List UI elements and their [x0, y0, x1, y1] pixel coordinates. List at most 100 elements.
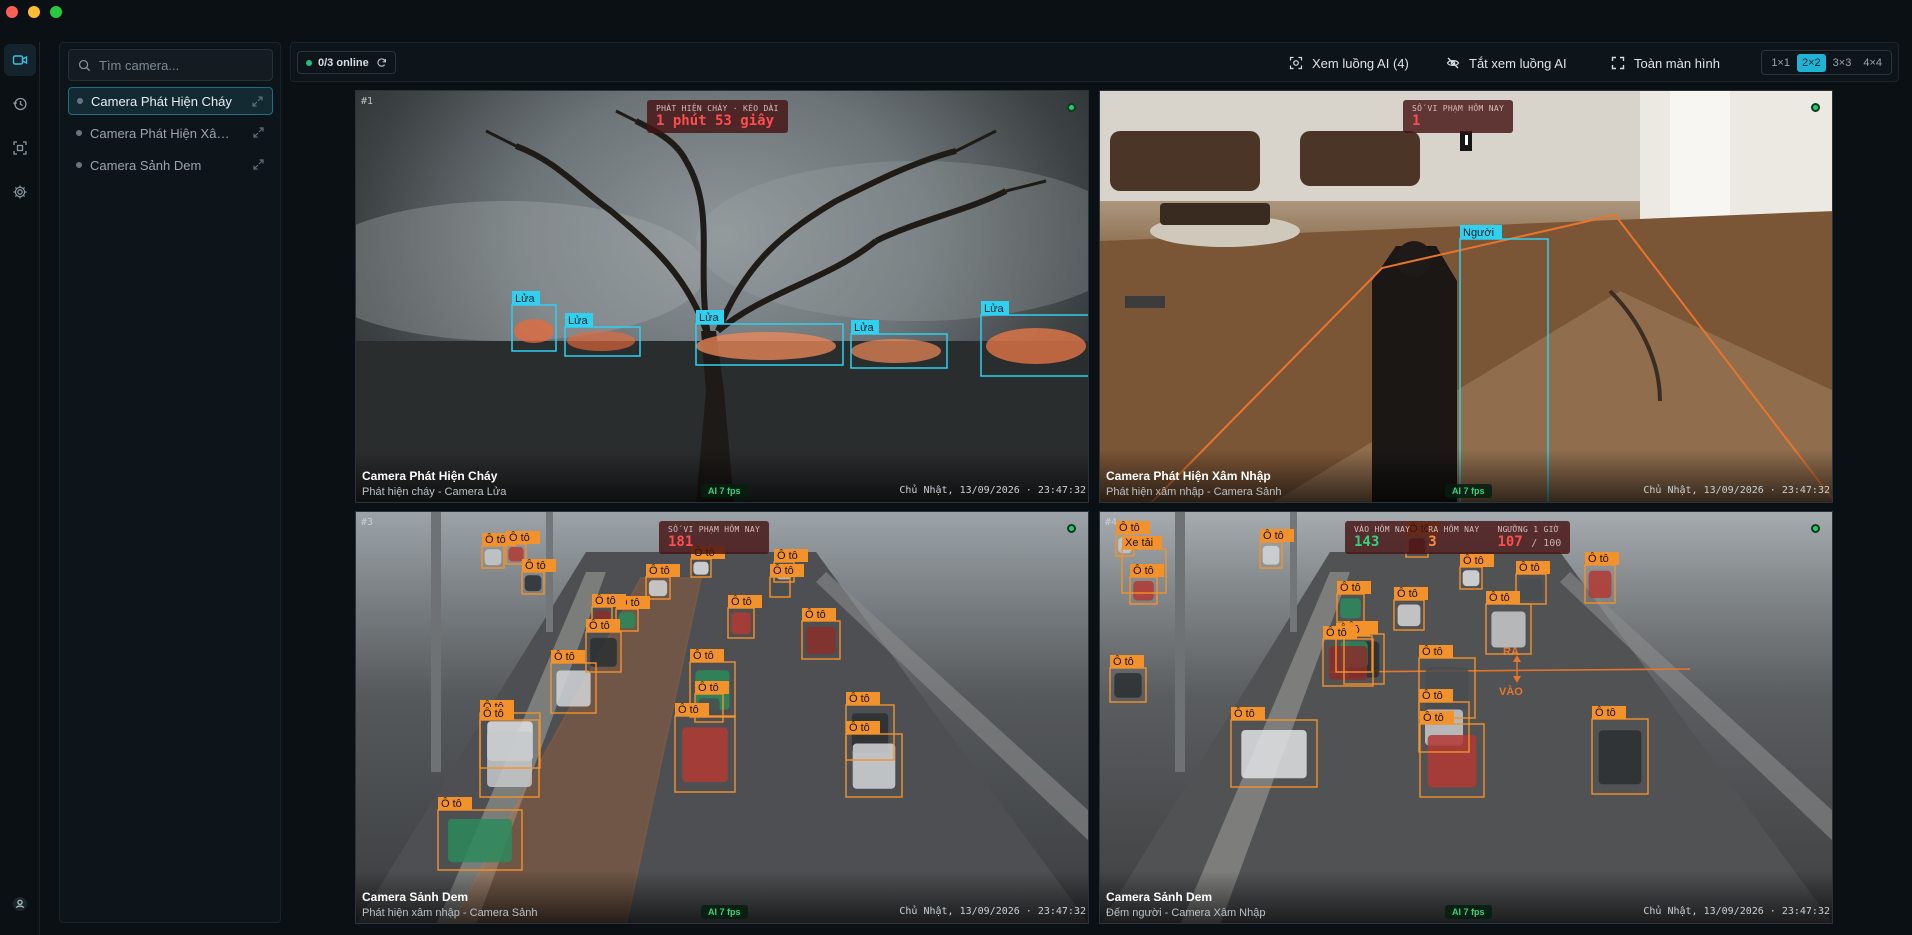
- camera-video-frame: Người: [1100, 91, 1832, 502]
- svg-text:Lửa: Lửa: [984, 303, 1004, 315]
- stat-value: 3: [1428, 534, 1437, 550]
- detection-label: Ô tô: [678, 703, 699, 716]
- stat-overlay: SỐ VI PHẠM HÔM NAY 1: [1403, 100, 1514, 133]
- stat-overlay: PHÁT HIỆN CHÁY · KÉO DÀI 1 phút 53 giây: [647, 100, 788, 133]
- detection-label: Ô tô: [1595, 706, 1616, 719]
- live-indicator: [1811, 103, 1820, 112]
- stat-value: 181: [668, 534, 694, 550]
- tile-subtitle: Phát hiện cháy - Camera Lửa: [362, 486, 507, 498]
- status-dot: [77, 98, 83, 104]
- detection-label: Ô tô: [1422, 645, 1443, 658]
- nav-rail: [0, 42, 40, 935]
- threshold-max: / 100: [1531, 538, 1562, 549]
- refresh-icon[interactable]: [376, 57, 387, 68]
- search-input[interactable]: [99, 57, 269, 73]
- window-close-button[interactable]: [6, 6, 18, 18]
- vehicle: [1425, 667, 1469, 711]
- camera-list-item[interactable]: Camera Phát Hiện Xâm Nhập: [68, 119, 273, 147]
- fullscreen-icon: [1611, 56, 1625, 70]
- detection-label: Ô tô: [1263, 529, 1284, 542]
- camera-tile[interactable]: Lửa Lửa Lửa Lửa Lửa #1 PHÁT HIỆN CHÁY · …: [355, 90, 1089, 503]
- detection-label: Ô tô: [1588, 552, 1609, 565]
- window-minimize-button[interactable]: [28, 6, 40, 18]
- vehicle: [1519, 578, 1543, 601]
- ai-fps-badge: AI 7 fps: [1445, 484, 1492, 498]
- live-indicator: [1067, 524, 1076, 533]
- camera-tile[interactable]: Người #2 SỐ VI PHẠM HÔM NAY 1 Camera Phá…: [1099, 90, 1833, 503]
- vehicle: [693, 561, 709, 575]
- video-camera-icon: [12, 55, 28, 65]
- grid-toolbar: 0/3 online Xem luồng AI (4) Tắt xem luồn…: [290, 42, 1899, 82]
- tile-title: Camera Phát Hiện Cháy: [362, 469, 498, 483]
- stat-in: VÀO HÔM NAY 143: [1354, 525, 1410, 550]
- vehicle: [1114, 673, 1142, 698]
- expand-icon[interactable]: [252, 158, 265, 171]
- grid-option-4x4[interactable]: 4×4: [1858, 54, 1887, 72]
- tile-title: Camera Sảnh Dem: [362, 890, 469, 904]
- detection-label: Ô tô: [693, 649, 714, 662]
- tile-timestamp: Chủ Nhật, 13/09/2026 · 23:47:32: [1643, 906, 1830, 917]
- camera-video-frame: Ô tô Ô tôÔ tô Ô tôÔ tôÔ tôÔ tôÔ tôÔ tôÔ tô…: [357, 512, 1088, 923]
- rail-ai-detect[interactable]: [4, 132, 36, 164]
- rail-history[interactable]: [4, 88, 36, 120]
- detection-label: Ô tô: [1234, 707, 1255, 720]
- grid-option-3x3[interactable]: 3×3: [1828, 54, 1857, 72]
- stat-threshold: NGƯỠNG 1 GIỜ 107 / 100: [1497, 525, 1561, 550]
- camera-list-item[interactable]: Camera Sảnh Dem: [68, 151, 273, 179]
- camera-list-label: Camera Phát Hiện Cháy: [91, 93, 232, 109]
- fullscreen-button[interactable]: Toàn màn hình: [1611, 52, 1720, 74]
- detection-label: Ô tô: [1397, 587, 1418, 600]
- vehicle: [508, 547, 524, 562]
- rail-live-view[interactable]: [4, 44, 36, 76]
- hide-ai-stream-button[interactable]: Tắt xem luồng AI: [1446, 52, 1567, 74]
- camera-tile[interactable]: Ô tô Ô tô Ô tô Ô tô Ô tô Ô tô Ô tô Ô tô Ô tô Ô tô…: [355, 511, 1089, 924]
- detection-label: Xe tải: [1125, 537, 1153, 549]
- stat-label: VÀO HÔM NAY: [1354, 525, 1411, 534]
- vehicle: [806, 626, 836, 655]
- detection-label: Ô tô: [1113, 655, 1134, 668]
- grid-option-2x2[interactable]: 2×2: [1796, 53, 1826, 72]
- detection-label: Ô tô: [1463, 554, 1484, 567]
- vehicle: [1340, 598, 1361, 619]
- ai-fps-badge: AI 7 fps: [1445, 905, 1492, 919]
- camera-list-label: Camera Sảnh Dem: [90, 157, 202, 173]
- vehicle: [1598, 730, 1642, 785]
- vehicle: [1133, 581, 1154, 601]
- detection-label: Ô tô: [1489, 591, 1510, 604]
- camera-list-item[interactable]: Camera Phát Hiện Cháy: [68, 87, 273, 115]
- expand-icon[interactable]: [251, 95, 264, 108]
- vehicle: [852, 743, 896, 789]
- status-dot: [76, 130, 82, 136]
- detection-label: Ô tô: [1423, 711, 1444, 724]
- status-dot: [76, 162, 82, 168]
- expand-icon[interactable]: [252, 126, 265, 139]
- tile-timestamp: Chủ Nhật, 13/09/2026 · 23:47:32: [899, 485, 1086, 496]
- tile-footer: Camera Phát Hiện Cháy Phát hiện cháy - C…: [356, 450, 1088, 502]
- vehicle: [731, 612, 751, 635]
- vehicle: [448, 819, 512, 863]
- camera-tile[interactable]: RA VÀO Ô tô Ô tô Ô tô Ô tô Ô tô Ô tô Ô tô Ô tô Ô…: [1099, 511, 1833, 924]
- detection-label: Ô tô: [849, 721, 870, 734]
- detection-label: Ô tô: [805, 608, 826, 621]
- vehicle: [1397, 604, 1421, 627]
- grid-option-1x1[interactable]: 1×1: [1766, 54, 1795, 72]
- rail-account[interactable]: [4, 888, 36, 920]
- tile-timestamp: Chủ Nhật, 13/09/2026 · 23:47:32: [899, 906, 1086, 917]
- view-ai-stream-button[interactable]: Xem luồng AI (4): [1289, 52, 1409, 74]
- camera-video-frame: Lửa Lửa Lửa Lửa Lửa: [356, 109, 1088, 502]
- stat-label: RA HÔM NAY: [1428, 525, 1480, 534]
- tile-footer: Camera Sảnh Dem Đếm người - Camera Xâm N…: [1100, 871, 1832, 923]
- stat-value: 143: [1354, 534, 1380, 550]
- stat-overlay: SỐ VI PHẠM HÔM NAY 181: [659, 521, 770, 554]
- window-zoom-button[interactable]: [50, 6, 62, 18]
- detection-label: Ô tô: [849, 692, 870, 705]
- window-titlebar: [0, 0, 1912, 26]
- rail-settings[interactable]: [4, 176, 36, 208]
- detection-label: Ô tô: [1133, 564, 1154, 577]
- tile-subtitle: Đếm người - Camera Xâm Nhập: [1106, 907, 1266, 919]
- detection-label: Ô tô: [731, 595, 752, 608]
- online-dot: [306, 59, 312, 66]
- camera-sidebar: Camera Phát Hiện Cháy Camera Phát Hiện X…: [59, 42, 281, 923]
- stat-label: NGƯỠNG 1 GIỜ: [1497, 525, 1559, 534]
- detection-label: Ô tô: [1422, 689, 1443, 702]
